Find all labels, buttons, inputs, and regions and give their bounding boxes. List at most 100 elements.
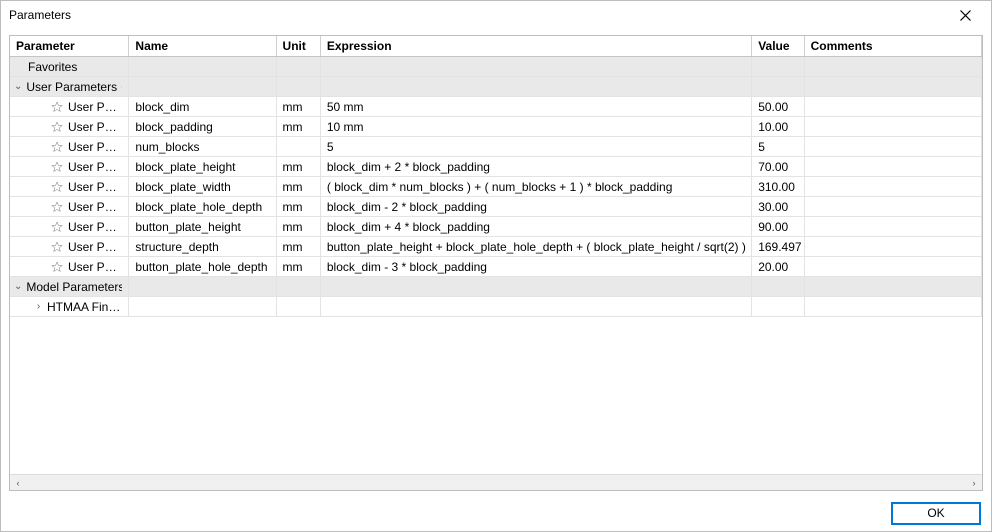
cell-name[interactable]: button_plate_hole_depth xyxy=(129,257,276,277)
cell-value: 30.00 xyxy=(752,197,804,217)
cell-name[interactable]: structure_depth xyxy=(129,237,276,257)
cell-expression[interactable]: block_dim + 4 * block_padding xyxy=(320,217,751,237)
group-favorites[interactable]: Favorites xyxy=(10,57,982,77)
table-row[interactable]: User Par...structure_depthmmbutton_plate… xyxy=(10,237,982,257)
cell-name[interactable]: block_plate_width xyxy=(129,177,276,197)
cell-expression[interactable]: button_plate_height + block_plate_hole_d… xyxy=(320,237,751,257)
group-label: User Parameters xyxy=(26,80,117,94)
favorite-star-icon[interactable] xyxy=(50,100,64,114)
scroll-track[interactable] xyxy=(26,475,966,491)
cell-comments[interactable] xyxy=(804,237,981,257)
caret-right-icon[interactable]: › xyxy=(34,301,43,312)
table-header-row: Parameter Name Unit Expression Value Com… xyxy=(10,36,982,57)
window-title: Parameters xyxy=(9,8,947,22)
cell-value: 310.00 xyxy=(752,177,804,197)
cell-unit[interactable]: mm xyxy=(276,117,320,137)
button-bar: OK xyxy=(1,495,991,531)
cell-name[interactable]: block_dim xyxy=(129,97,276,117)
cell-expression[interactable]: 50 mm xyxy=(320,97,751,117)
group-user-parameters[interactable]: ⌄ User Parameters + xyxy=(10,77,982,97)
row-type-label: User Par... xyxy=(68,140,122,154)
table-row[interactable]: User Par... block_plate_widthmm( block_di… xyxy=(10,177,982,197)
row-type-label: User Par... xyxy=(68,200,122,214)
row-type-label: User Par... xyxy=(68,220,122,234)
favorite-star-icon[interactable] xyxy=(50,240,64,254)
favorite-star-icon[interactable] xyxy=(50,200,64,214)
parameters-table: Parameter Name Unit Expression Value Com… xyxy=(10,36,982,317)
col-unit[interactable]: Unit xyxy=(276,36,320,57)
table-row[interactable]: User Par... block_paddingmm10 mm10.00 xyxy=(10,117,982,137)
cell-name[interactable]: button_plate_height xyxy=(129,217,276,237)
cell-expression[interactable]: 10 mm xyxy=(320,117,751,137)
row-type-label: User Par... xyxy=(68,120,122,134)
cell-comments[interactable] xyxy=(804,137,981,157)
caret-down-icon[interactable]: ⌄ xyxy=(14,281,22,292)
cell-unit[interactable] xyxy=(276,137,320,157)
col-name[interactable]: Name xyxy=(129,36,276,57)
cell-unit[interactable]: mm xyxy=(276,237,320,257)
cell-expression[interactable]: block_dim - 2 * block_padding xyxy=(320,197,751,217)
table-row[interactable]: User Par... block_plate_heightmmblock_dim… xyxy=(10,157,982,177)
scroll-right-button[interactable]: › xyxy=(966,475,982,491)
cell-unit[interactable]: mm xyxy=(276,157,320,177)
horizontal-scrollbar[interactable]: ‹ › xyxy=(10,474,982,490)
cell-value: 70.00 xyxy=(752,157,804,177)
cell-comments[interactable] xyxy=(804,257,981,277)
add-parameter-button[interactable]: + xyxy=(121,80,122,94)
cell-value: 50.00 xyxy=(752,97,804,117)
cell-value: 5 xyxy=(752,137,804,157)
cell-comments[interactable] xyxy=(804,197,981,217)
table-row[interactable]: User Par... button_plate_hole_depthmmbloc… xyxy=(10,257,982,277)
table-row[interactable]: User Par... block_dimmm50 mm50.00 xyxy=(10,97,982,117)
favorite-star-icon[interactable] xyxy=(50,120,64,134)
close-button[interactable] xyxy=(947,3,983,27)
table-row[interactable]: User Par... block_plate_hole_depthmmblock… xyxy=(10,197,982,217)
row-type-label: User Par... xyxy=(68,260,122,274)
table-row[interactable]: User Par... num_blocks 55 xyxy=(10,137,982,157)
cell-name[interactable]: block_plate_height xyxy=(129,157,276,177)
cell-value: 90.00 xyxy=(752,217,804,237)
cell-comments[interactable] xyxy=(804,97,981,117)
cell-expression[interactable]: block_dim + 2 * block_padding xyxy=(320,157,751,177)
row-type-label: User Par... xyxy=(68,100,122,114)
row-type-label: User Par... xyxy=(68,180,122,194)
table-row[interactable]: User Par... button_plate_heightmmblock_di… xyxy=(10,217,982,237)
model-child-row[interactable]: › HTMAA Final ... xyxy=(10,297,982,317)
cell-expression[interactable]: ( block_dim * num_blocks ) + ( num_block… xyxy=(320,177,751,197)
group-label: Model Parameters xyxy=(26,280,122,294)
parameters-dialog: Parameters Parameter Name Unit Expressio xyxy=(0,0,992,532)
cell-unit[interactable]: mm xyxy=(276,177,320,197)
titlebar: Parameters xyxy=(1,1,991,29)
col-parameter[interactable]: Parameter xyxy=(10,36,129,57)
cell-comments[interactable] xyxy=(804,177,981,197)
col-expression[interactable]: Expression xyxy=(320,36,751,57)
cell-name[interactable]: block_plate_hole_depth xyxy=(129,197,276,217)
favorite-star-icon[interactable] xyxy=(50,180,64,194)
cell-name[interactable]: block_padding xyxy=(129,117,276,137)
cell-value: 169.497 xyxy=(752,237,804,257)
favorite-star-icon[interactable] xyxy=(50,220,64,234)
favorite-star-icon[interactable] xyxy=(50,140,64,154)
cell-unit[interactable]: mm xyxy=(276,197,320,217)
favorite-star-icon[interactable] xyxy=(50,260,64,274)
cell-unit[interactable]: mm xyxy=(276,97,320,117)
cell-value: 10.00 xyxy=(752,117,804,137)
col-value[interactable]: Value xyxy=(752,36,804,57)
cell-expression[interactable]: block_dim - 3 * block_padding xyxy=(320,257,751,277)
cell-unit[interactable]: mm xyxy=(276,257,320,277)
cell-name[interactable]: num_blocks xyxy=(129,137,276,157)
ok-button[interactable]: OK xyxy=(891,502,981,525)
group-label: Favorites xyxy=(28,60,77,74)
caret-down-icon[interactable]: ⌄ xyxy=(14,81,22,92)
cell-unit[interactable]: mm xyxy=(276,217,320,237)
group-model-parameters[interactable]: ⌄ Model Parameters xyxy=(10,277,982,297)
scroll-left-button[interactable]: ‹ xyxy=(10,475,26,491)
cell-comments[interactable] xyxy=(804,117,981,137)
model-child-label: HTMAA Final ... xyxy=(47,300,122,314)
cell-comments[interactable] xyxy=(804,217,981,237)
row-type-label: User Par... xyxy=(68,160,122,174)
favorite-star-icon[interactable] xyxy=(50,160,64,174)
cell-expression[interactable]: 5 xyxy=(320,137,751,157)
col-comments[interactable]: Comments xyxy=(804,36,981,57)
cell-comments[interactable] xyxy=(804,157,981,177)
